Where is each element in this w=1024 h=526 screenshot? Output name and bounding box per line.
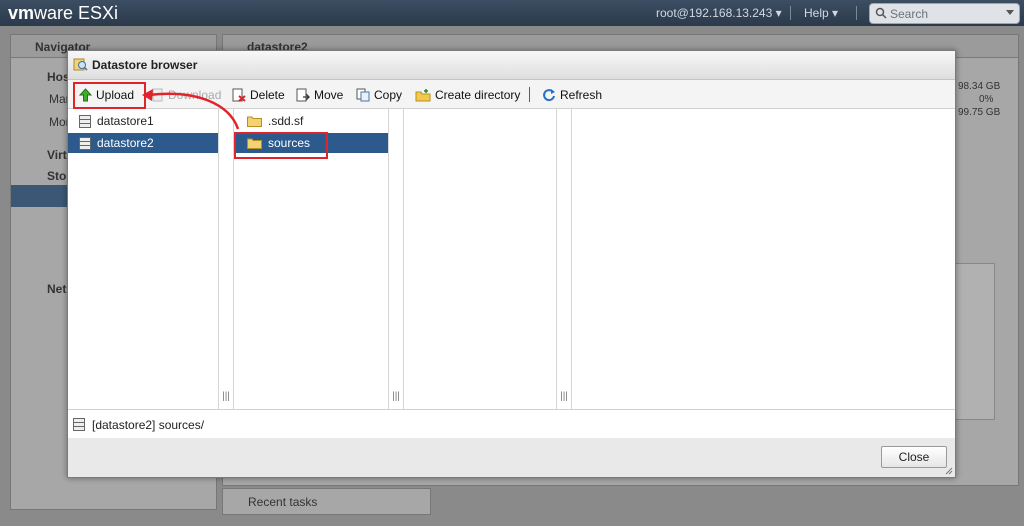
- refresh-icon: [543, 89, 555, 102]
- folder-label: .sdd.sf: [268, 114, 304, 128]
- copy-button[interactable]: Copy: [356, 86, 402, 104]
- column-resize-handle[interactable]: |||: [390, 391, 402, 409]
- folder-icon: [247, 116, 262, 127]
- toolbar-separator: [529, 87, 530, 102]
- column-gutter: [219, 109, 234, 409]
- file-column: [404, 109, 557, 409]
- copy-icon: [356, 88, 370, 102]
- datastore-item-selected[interactable]: datastore2: [68, 133, 218, 153]
- current-path: [datastore2] sources/: [92, 418, 205, 432]
- create-directory-label: Create directory: [435, 88, 521, 102]
- nav-networking[interactable]: Net: [47, 282, 66, 296]
- logo-esxi: ESXi: [73, 3, 119, 23]
- path-status-bar: [datastore2] sources/: [68, 409, 955, 438]
- capacity-total: 99.75 GB: [958, 107, 1001, 118]
- folder-item[interactable]: .sdd.sf: [234, 111, 388, 131]
- user-menu[interactable]: root@192.168.13.243 ▾: [656, 6, 782, 20]
- annotation-arrow: [142, 89, 240, 130]
- dialog-titlebar: Datastore browser: [68, 51, 955, 80]
- refresh-label: Refresh: [560, 88, 603, 102]
- move-button[interactable]: Move: [296, 86, 343, 104]
- divider: [856, 6, 857, 20]
- datastore-icon: [79, 136, 91, 150]
- details-column: [572, 109, 955, 409]
- recent-tasks-label: Recent tasks: [248, 495, 318, 509]
- column-gutter: [389, 109, 404, 409]
- refresh-button[interactable]: Refresh: [542, 86, 602, 104]
- search-input[interactable]: Search: [869, 3, 1020, 24]
- chevron-down-icon: [1006, 10, 1014, 15]
- datastore-icon: [79, 114, 91, 128]
- move-label: Move: [314, 88, 344, 102]
- close-button[interactable]: Close: [881, 446, 947, 468]
- nav-virtual-machines[interactable]: Virt: [47, 148, 67, 162]
- datastore-column: datastore1 datastore2 |||: [68, 109, 230, 409]
- column-gutter: [557, 109, 572, 409]
- divider: [790, 6, 791, 20]
- new-folder-icon: [415, 88, 431, 101]
- vmware-esxi-logo: vmware ESXi: [8, 3, 118, 24]
- datastore-browser-icon: [73, 58, 88, 71]
- resize-grip-icon[interactable]: [945, 467, 953, 475]
- column-resize-handle[interactable]: |||: [558, 391, 570, 409]
- delete-label: Delete: [250, 88, 285, 102]
- search-placeholder: Search: [890, 7, 929, 21]
- move-icon: [296, 88, 310, 102]
- capacity-percent: 0%: [979, 94, 994, 105]
- datastore-browser-dialog: Datastore browser Upload Download Delete…: [67, 50, 956, 478]
- capacity-free: 98.34 GB: [958, 81, 1001, 92]
- dialog-footer: Close: [68, 438, 955, 477]
- search-icon: [875, 7, 887, 19]
- logo-vm: vm: [8, 3, 35, 23]
- datastore-label: datastore2: [97, 136, 154, 150]
- sources-highlight-box: [234, 132, 328, 159]
- recent-tasks-tab[interactable]: Recent tasks: [222, 488, 431, 515]
- dialog-title: Datastore browser: [92, 58, 198, 72]
- help-menu[interactable]: Help ▾: [804, 6, 838, 20]
- logo-ware: ware: [34, 3, 74, 23]
- browser-columns: datastore1 datastore2 ||| .sdd.sf source…: [68, 109, 955, 409]
- top-bar: vmware ESXi root@192.168.13.243 ▾ Help ▾…: [0, 0, 1024, 26]
- column-resize-handle[interactable]: |||: [220, 391, 232, 409]
- upload-highlight-box: [73, 82, 146, 109]
- datastore-icon: [73, 418, 85, 431]
- copy-label: Copy: [374, 88, 403, 102]
- create-directory-button[interactable]: Create directory: [415, 86, 520, 104]
